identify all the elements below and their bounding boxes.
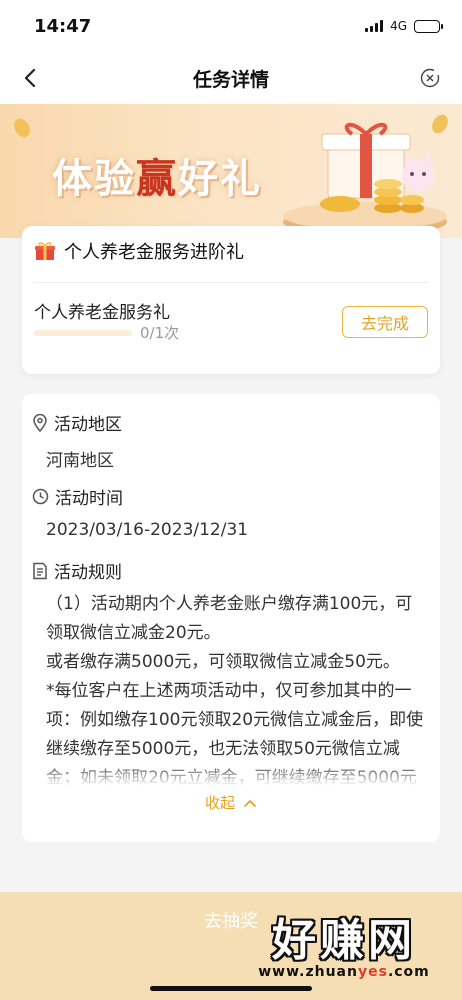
banner-slogan: 体验赢好礼 [52,146,262,204]
task-progress-bar [34,330,132,336]
complete-task-button[interactable]: 去完成 [342,306,428,338]
nav-bar: 任务详情 [0,52,462,104]
bottom-bar: 去抽奖 [0,892,462,1000]
location-icon [33,413,47,432]
rules-line: 或者缴存满5000元，可领取微信立减金50元。 [46,652,400,672]
gift-icon [35,241,55,260]
status-bar: 14:47 4G [0,0,462,52]
task-name: 个人养老金服务礼 [34,303,170,323]
status-time: 14:47 [34,15,92,37]
task-progress-count: 0/1次 [140,324,180,342]
signal-icon [365,20,384,32]
battery-icon [414,19,443,33]
network-type: 4G [390,19,407,33]
page-title: 任务详情 [192,68,269,91]
time-label: 活动时间 [55,489,123,509]
task-card-header: 个人养老金服务进阶礼 [34,238,244,264]
slogan-highlight: 赢 [136,156,178,202]
area-label: 活动地区 [54,415,122,435]
rules-label: 活动规则 [54,563,122,583]
clock-icon [32,488,49,505]
rules-line: （1）活动期内个人养老金账户缴存满100元，可领取微信立减金20元。 [46,594,413,643]
chevron-left-icon[interactable] [18,65,44,91]
time-header: 活动时间 [32,484,123,509]
rules-text: （1）活动期内个人养老金账户缴存满100元，可领取微信立减金20元。 或者缴存满… [46,590,426,786]
activity-info-card: 活动地区 河南地区 活动时间 2023/03/16-2023/12/31 活动规… [22,394,440,842]
time-value: 2023/03/16-2023/12/31 [46,520,249,540]
close-circle-icon[interactable] [420,68,440,88]
draw-lottery-button[interactable]: 去抽奖 [0,892,462,948]
rules-header: 活动规则 [32,558,122,583]
divider [34,282,428,283]
status-indicators: 4G [365,19,443,33]
chevron-up-icon [244,799,256,807]
task-card: 个人养老金服务进阶礼 个人养老金服务礼 0/1次 去完成 [22,226,440,374]
task-card-title: 个人养老金服务进阶礼 [64,242,244,263]
document-icon [33,562,47,579]
rules-fade [46,762,426,786]
area-value: 河南地区 [46,451,114,471]
slogan-text-1: 体验 [52,156,136,202]
collapse-button[interactable]: 收起 [22,792,440,813]
area-header: 活动地区 [32,410,122,435]
slogan-text-2: 好礼 [178,156,262,202]
promo-banner: 体验赢好礼 [0,104,462,238]
home-indicator[interactable] [150,986,312,991]
collapse-label: 收起 [204,794,235,812]
